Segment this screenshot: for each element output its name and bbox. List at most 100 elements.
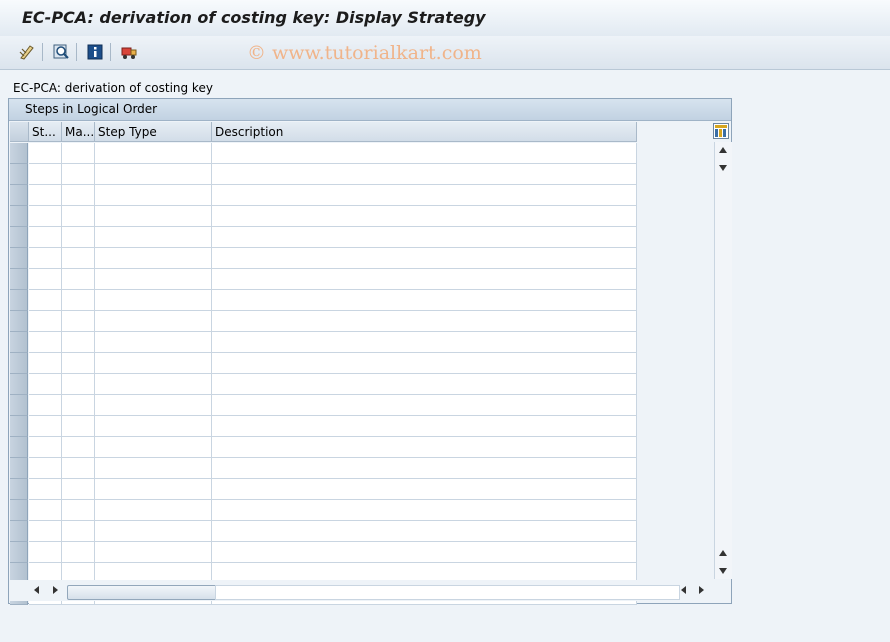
table-cell[interactable]	[212, 164, 637, 185]
table-cell[interactable]	[62, 374, 95, 395]
table-cell[interactable]	[212, 479, 637, 500]
table-row[interactable]	[10, 206, 637, 227]
row-selector[interactable]	[10, 374, 28, 395]
table-cell[interactable]	[62, 521, 95, 542]
table-cell[interactable]	[95, 269, 212, 290]
table-row[interactable]	[10, 437, 637, 458]
table-cell[interactable]	[29, 332, 62, 353]
row-selector[interactable]	[10, 164, 28, 185]
row-selector[interactable]	[10, 290, 28, 311]
table-cell[interactable]	[62, 500, 95, 521]
find-button[interactable]	[51, 42, 71, 62]
row-selector[interactable]	[10, 206, 28, 227]
scroll-right-page-icon[interactable]	[53, 586, 58, 594]
table-cell[interactable]	[62, 479, 95, 500]
table-cell[interactable]	[29, 458, 62, 479]
row-selector[interactable]	[10, 311, 28, 332]
table-row[interactable]	[10, 143, 637, 164]
table-cell[interactable]	[29, 395, 62, 416]
table-row[interactable]	[10, 542, 637, 563]
table-row[interactable]	[10, 227, 637, 248]
table-cell[interactable]	[212, 437, 637, 458]
table-cell[interactable]	[62, 143, 95, 164]
table-cell[interactable]	[95, 353, 212, 374]
table-cell[interactable]	[29, 416, 62, 437]
table-row[interactable]	[10, 500, 637, 521]
table-row[interactable]	[10, 458, 637, 479]
table-cell[interactable]	[62, 437, 95, 458]
table-cell[interactable]	[29, 143, 62, 164]
table-row[interactable]	[10, 290, 637, 311]
table-row[interactable]	[10, 374, 637, 395]
table-cell[interactable]	[29, 542, 62, 563]
table-cell[interactable]	[62, 248, 95, 269]
row-selector[interactable]	[10, 500, 28, 521]
table-cell[interactable]	[62, 290, 95, 311]
scroll-left-icon[interactable]	[34, 586, 39, 594]
select-all-corner[interactable]	[10, 122, 29, 142]
row-selector[interactable]	[10, 416, 28, 437]
table-cell[interactable]	[212, 227, 637, 248]
table-cell[interactable]	[212, 311, 637, 332]
table-cell[interactable]	[212, 542, 637, 563]
row-selector[interactable]	[10, 248, 28, 269]
table-cell[interactable]	[212, 206, 637, 227]
row-selector[interactable]	[10, 143, 28, 164]
table-row[interactable]	[10, 416, 637, 437]
table-cell[interactable]	[62, 416, 95, 437]
scroll-left-page-icon[interactable]	[681, 586, 686, 594]
row-selector[interactable]	[10, 353, 28, 374]
table-cell[interactable]	[29, 248, 62, 269]
table-cell[interactable]	[212, 185, 637, 206]
column-header-step-type[interactable]: Step Type	[95, 122, 212, 142]
table-row[interactable]	[10, 479, 637, 500]
table-cell[interactable]	[212, 395, 637, 416]
table-cell[interactable]	[95, 416, 212, 437]
row-selector[interactable]	[10, 227, 28, 248]
table-cell[interactable]	[29, 500, 62, 521]
row-selector[interactable]	[10, 542, 28, 563]
scroll-page-up-icon[interactable]	[719, 550, 727, 556]
table-cell[interactable]	[95, 227, 212, 248]
row-selector[interactable]	[10, 185, 28, 206]
table-cell[interactable]	[62, 542, 95, 563]
info-button[interactable]	[85, 42, 105, 62]
scroll-down-icon[interactable]	[719, 568, 727, 574]
table-cell[interactable]	[29, 206, 62, 227]
table-cell[interactable]	[212, 416, 637, 437]
display-change-button[interactable]	[17, 42, 37, 62]
table-cell[interactable]	[212, 458, 637, 479]
table-cell[interactable]	[95, 542, 212, 563]
table-row[interactable]	[10, 521, 637, 542]
table-cell[interactable]	[29, 185, 62, 206]
table-cell[interactable]	[95, 332, 212, 353]
table-cell[interactable]	[62, 395, 95, 416]
table-row[interactable]	[10, 311, 637, 332]
horizontal-scrollbar[interactable]	[10, 580, 712, 601]
scroll-right-icon[interactable]	[699, 586, 704, 594]
vertical-scrollbar[interactable]	[714, 142, 732, 579]
column-header-manual[interactable]: Ma...	[62, 122, 95, 142]
table-cell[interactable]	[62, 353, 95, 374]
column-header-step[interactable]: St...	[29, 122, 62, 142]
table-cell[interactable]	[95, 458, 212, 479]
scroll-page-down-icon[interactable]	[719, 165, 727, 171]
row-selector[interactable]	[10, 332, 28, 353]
table-cell[interactable]	[29, 479, 62, 500]
row-selector[interactable]	[10, 437, 28, 458]
table-cell[interactable]	[29, 437, 62, 458]
table-cell[interactable]	[29, 164, 62, 185]
table-cell[interactable]	[95, 143, 212, 164]
scroll-up-icon[interactable]	[719, 147, 727, 153]
table-cell[interactable]	[212, 374, 637, 395]
table-row[interactable]	[10, 353, 637, 374]
table-cell[interactable]	[212, 269, 637, 290]
table-cell[interactable]	[95, 479, 212, 500]
row-selector[interactable]	[10, 521, 28, 542]
table-cell[interactable]	[62, 206, 95, 227]
table-row[interactable]	[10, 185, 637, 206]
table-cell[interactable]	[62, 164, 95, 185]
table-cell[interactable]	[29, 269, 62, 290]
table-cell[interactable]	[212, 500, 637, 521]
table-cell[interactable]	[29, 290, 62, 311]
